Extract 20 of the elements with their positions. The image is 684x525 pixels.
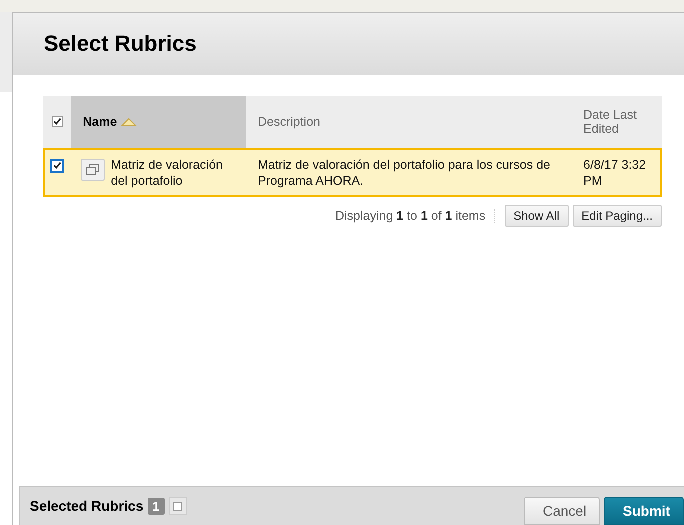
footer-label: Selected Rubrics (30, 498, 144, 514)
expand-icon[interactable] (168, 497, 187, 515)
cancel-button[interactable]: Cancel (524, 497, 600, 525)
select-all-checkbox[interactable] (52, 116, 63, 127)
count-badge: 1 (148, 498, 165, 514)
table-cell-text: Matriz de valoración del portafolio (111, 157, 224, 189)
column-header[interactable]: Description (258, 115, 320, 129)
paging-button[interactable]: Edit Paging... (572, 205, 662, 227)
dialog-title: Select Rubrics (44, 31, 197, 57)
table-cell: 6/8/17 3:32 PM (584, 158, 646, 188)
sort-ascending-icon (121, 118, 138, 126)
checkmark-icon (52, 161, 62, 170)
checkmark-icon (52, 117, 62, 126)
paging-button[interactable]: Show All (504, 205, 569, 227)
preview-icon[interactable] (81, 159, 106, 181)
table-cell: Matriz de valoración del portafolio para los cursos de Programa AHORA. (258, 158, 550, 188)
submit-button[interactable]: Submit (604, 497, 684, 525)
row-checkbox[interactable] (50, 158, 64, 172)
paging-summary: Displaying 1 to 1 of 1 items (335, 209, 495, 223)
column-header[interactable]: Name (83, 115, 138, 129)
